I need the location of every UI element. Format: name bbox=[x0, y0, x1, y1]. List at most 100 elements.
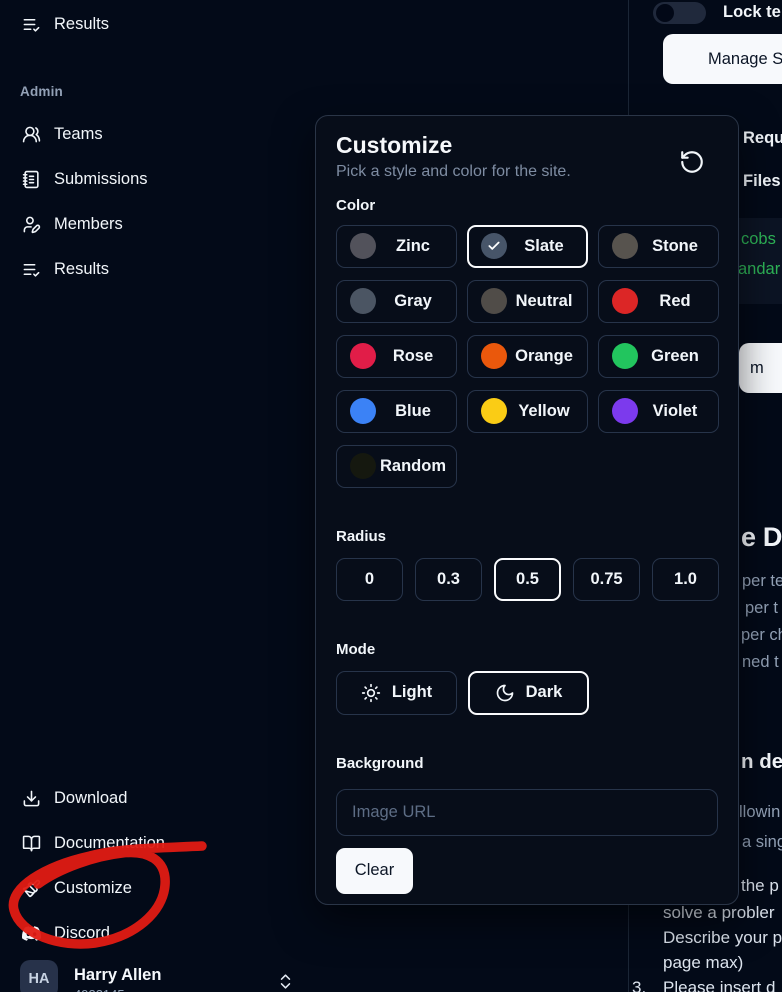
files-heading: Files bbox=[743, 172, 781, 190]
color-option-label: Green bbox=[651, 346, 699, 365]
sidebar-item-members[interactable]: Members bbox=[0, 206, 318, 242]
app-screen: Results Admin Teams Submissions Members … bbox=[0, 0, 782, 992]
definition-line: a sing bbox=[742, 833, 782, 851]
color-option-blue[interactable]: Blue bbox=[336, 389, 457, 433]
file-link[interactable]: andar bbox=[738, 260, 780, 279]
color-option-label: Rose bbox=[392, 346, 434, 365]
sidebar: Results Admin Teams Submissions Members … bbox=[0, 0, 318, 992]
moon-icon bbox=[496, 684, 513, 701]
clear-button[interactable]: Clear bbox=[336, 847, 413, 894]
body-line: the p bbox=[741, 876, 779, 895]
color-option-gray[interactable]: Gray bbox=[336, 279, 457, 323]
color-option-label: Violet bbox=[652, 401, 698, 420]
mode-option-label: Light bbox=[391, 683, 433, 702]
color-option-slate[interactable]: Slate bbox=[467, 224, 588, 268]
submit-button[interactable]: m bbox=[739, 343, 782, 393]
user-pen-icon bbox=[23, 216, 41, 233]
radius-option-0.75[interactable]: 0.75 bbox=[573, 557, 640, 601]
lock-toggle[interactable] bbox=[653, 2, 706, 24]
sidebar-item-label: Submissions bbox=[54, 169, 148, 188]
color-swatch bbox=[350, 288, 376, 315]
sidebar-item-download[interactable]: Download bbox=[0, 780, 318, 816]
color-option-stone[interactable]: Stone bbox=[598, 224, 719, 268]
color-option-green[interactable]: Green bbox=[598, 334, 719, 378]
color-swatch bbox=[350, 343, 376, 370]
sidebar-item-submissions[interactable]: Submissions bbox=[0, 161, 318, 197]
radius-option-0.3[interactable]: 0.3 bbox=[415, 557, 482, 601]
radius-section-label: Radius bbox=[336, 527, 387, 545]
color-option-label: Blue bbox=[395, 401, 431, 420]
sidebar-item-teams[interactable]: Teams bbox=[0, 116, 318, 152]
discord-icon bbox=[22, 925, 41, 941]
sidebar-item-label: Results bbox=[54, 14, 110, 33]
details-line: per t bbox=[745, 599, 779, 617]
list-check-icon bbox=[23, 263, 40, 277]
mode-option-dark[interactable]: Dark bbox=[468, 670, 589, 715]
lock-label: Lock te bbox=[723, 3, 781, 21]
background-section-label: Background bbox=[336, 754, 424, 772]
color-swatch bbox=[612, 398, 638, 425]
color-option-red[interactable]: Red bbox=[598, 279, 719, 323]
color-option-label: Orange bbox=[515, 346, 573, 365]
radius-option-0.5[interactable]: 0.5 bbox=[494, 557, 561, 601]
sidebar-item-results-admin[interactable]: Results bbox=[0, 251, 318, 287]
color-swatch bbox=[350, 398, 376, 425]
radius-options: 0 0.3 0.5 0.75 1.0 bbox=[336, 557, 719, 601]
color-swatch bbox=[350, 453, 376, 480]
sidebar-item-label: Members bbox=[54, 214, 123, 233]
details-line: per te bbox=[742, 572, 782, 590]
user-name: Harry Allen bbox=[74, 966, 162, 984]
color-swatch bbox=[612, 343, 638, 370]
radius-option-1.0[interactable]: 1.0 bbox=[652, 557, 719, 601]
sidebar-item-documentation[interactable]: Documentation bbox=[0, 825, 318, 861]
details-line: per ch bbox=[741, 626, 782, 644]
reset-button[interactable] bbox=[678, 149, 706, 177]
sidebar-item-label: Download bbox=[54, 788, 128, 807]
sidebar-item-label: Customize bbox=[54, 878, 132, 897]
notebook-icon bbox=[22, 170, 39, 188]
sidebar-item-results[interactable]: Results bbox=[0, 6, 318, 42]
color-swatch bbox=[481, 288, 507, 315]
details-heading: e De bbox=[741, 522, 782, 552]
color-option-zinc[interactable]: Zinc bbox=[336, 224, 457, 268]
color-option-neutral[interactable]: Neutral bbox=[467, 279, 588, 323]
image-url-input[interactable] bbox=[336, 788, 718, 836]
sidebar-item-label: Teams bbox=[54, 124, 103, 143]
list-check-icon bbox=[23, 18, 40, 32]
body-line: solve a probler bbox=[663, 903, 775, 922]
user-menu[interactable]: HA Harry Allen 4932145 bbox=[0, 952, 318, 992]
body-line: Describe your p bbox=[663, 928, 782, 947]
users-icon bbox=[22, 126, 41, 142]
color-option-label: Yellow bbox=[518, 401, 570, 420]
color-swatch bbox=[481, 343, 507, 370]
color-swatch bbox=[481, 233, 507, 260]
color-option-orange[interactable]: Orange bbox=[467, 334, 588, 378]
requirements-heading: Requ bbox=[743, 129, 782, 147]
sidebar-item-customize[interactable]: Customize bbox=[0, 870, 318, 906]
book-open-icon bbox=[22, 835, 41, 851]
manage-submissions-button[interactable]: Manage Sub bbox=[663, 34, 782, 84]
color-swatch bbox=[612, 233, 638, 260]
sun-icon bbox=[361, 683, 380, 702]
body-line: page max) bbox=[663, 953, 744, 972]
color-option-label: Random bbox=[380, 456, 446, 475]
mode-option-label: Dark bbox=[525, 683, 563, 702]
check-icon bbox=[488, 241, 500, 250]
avatar: HA bbox=[20, 960, 58, 992]
color-option-violet[interactable]: Violet bbox=[598, 389, 719, 433]
dialog-subtitle: Pick a style and color for the site. bbox=[336, 163, 571, 181]
radius-option-0[interactable]: 0 bbox=[336, 557, 403, 601]
sidebar-item-discord[interactable]: Discord bbox=[0, 915, 318, 951]
color-option-rose[interactable]: Rose bbox=[336, 334, 457, 378]
color-option-random[interactable]: Random bbox=[336, 444, 457, 488]
color-option-label: Slate bbox=[524, 236, 564, 255]
dialog-title: Customize bbox=[336, 132, 453, 158]
color-swatch bbox=[350, 233, 376, 260]
color-option-yellow[interactable]: Yellow bbox=[467, 389, 588, 433]
mode-option-light[interactable]: Light bbox=[336, 670, 457, 715]
definition-line: llowin bbox=[739, 803, 781, 821]
file-link[interactable]: cobs bbox=[741, 230, 776, 249]
definition-heading: n de bbox=[741, 750, 782, 773]
sidebar-item-label: Documentation bbox=[54, 833, 165, 852]
paintbrush-icon bbox=[22, 879, 41, 897]
